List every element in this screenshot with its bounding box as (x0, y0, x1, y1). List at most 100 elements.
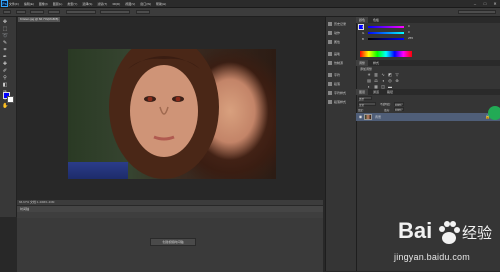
dock-history[interactable]: 历史记录 (328, 21, 356, 28)
tab-paths[interactable]: 路径 (384, 89, 396, 95)
brightness-icon[interactable]: ☀ (366, 72, 372, 77)
hand-icon[interactable]: ✋ (2, 103, 8, 109)
dock-character[interactable]: 字符 (328, 72, 356, 79)
blue-slider-track[interactable] (368, 38, 404, 40)
auto-select-checkbox[interactable] (16, 10, 26, 14)
paragraph-icon (328, 82, 332, 87)
baidu-jingyan-text: 经验 (462, 225, 493, 242)
watermark-url: jingyan.baidu.com (394, 252, 470, 262)
document-tab[interactable]: Kristen.jpg @ 66.7%(RGB/8) (18, 17, 60, 22)
red-value[interactable]: 0 (408, 24, 410, 28)
dock-clone-source[interactable]: 仿制源 (328, 60, 356, 67)
close-button[interactable]: ✕ (492, 1, 498, 6)
distribute-buttons[interactable] (100, 10, 130, 14)
color-panel-tabs: 颜色 色板 (356, 17, 500, 23)
adjustments-title: 添加调整 (360, 67, 373, 71)
lasso-icon[interactable]: ➰ (2, 33, 8, 39)
dock-brush[interactable]: 画笔 (328, 51, 356, 58)
dock-paragraph-styles[interactable]: 段落样式 (328, 99, 356, 106)
healing-icon[interactable]: ✚ (2, 61, 8, 67)
quick-select-icon[interactable]: ✎ (2, 40, 8, 46)
crop-icon[interactable]: ⌗ (2, 47, 8, 53)
layer-name[interactable]: 背景 (375, 114, 381, 120)
transform-controls-checkbox[interactable] (48, 10, 60, 14)
green-label: G (362, 31, 365, 35)
tool-preset-picker[interactable] (3, 10, 11, 14)
menu-3d[interactable]: 3D(D) (112, 2, 120, 6)
timeline-controls[interactable] (17, 212, 323, 218)
exposure-icon[interactable]: ◩ (387, 72, 393, 77)
tab-swatches[interactable]: 色板 (370, 17, 382, 23)
levels-icon[interactable]: ▥ (373, 72, 379, 77)
menu-filter[interactable]: 滤镜(T) (97, 2, 107, 6)
background-color-swatch[interactable] (7, 96, 14, 103)
clone-source-icon (328, 61, 332, 66)
stamp-icon[interactable]: ⚲ (2, 75, 8, 81)
marquee-icon[interactable]: ⬚ (2, 26, 8, 32)
tab-color[interactable]: 颜色 (356, 17, 369, 23)
auto-select-dropdown[interactable] (30, 10, 44, 14)
maximize-button[interactable]: □ (482, 1, 488, 6)
brush-icon[interactable]: ✐ (2, 68, 8, 74)
red-label: R (362, 25, 365, 29)
panel-dock: 历史记录 动作 属性 画笔 仿制源 字符 段落 字符样式 段落样式 (325, 17, 356, 271)
tools-panel: ✥ ⬚ ➰ ✎ ⌗ ✒ ✚ ✐ ⚲ ◧ ✑ T ✋ (0, 17, 17, 217)
layers-panel-tabs: 图层 通道 路径 (356, 89, 500, 95)
move-icon[interactable]: ✥ (2, 19, 8, 25)
fill-field[interactable]: 100% (394, 107, 404, 112)
tab-adjustments[interactable]: 调整 (356, 60, 369, 66)
menu-image[interactable]: 图像(I) (39, 2, 48, 6)
menu-help[interactable]: 帮助(H) (156, 2, 166, 6)
fill-value: 100% (395, 109, 402, 112)
layer-visibility-eye-icon[interactable]: ◉ (358, 114, 363, 120)
menu-layer[interactable]: 图层(L) (53, 2, 63, 6)
red-slider-track[interactable] (368, 26, 404, 28)
minimize-button[interactable]: – (472, 1, 478, 6)
hue-saturation-icon[interactable]: ▤ (366, 78, 372, 83)
paw-icon (439, 221, 460, 244)
dock-paragraph[interactable]: 段落 (328, 81, 356, 88)
dock-properties[interactable]: 属性 (328, 39, 356, 46)
tab-layers[interactable]: 图层 (356, 89, 369, 95)
tab-styles[interactable]: 样式 (370, 60, 382, 66)
brush-panel-icon (328, 52, 332, 57)
blue-label: B (362, 37, 365, 41)
menu-select[interactable]: 选择(S) (82, 2, 92, 6)
red-slider[interactable]: R (362, 25, 406, 29)
create-video-timeline-button[interactable]: 创建视频时间轴 (150, 238, 196, 246)
curves-icon[interactable]: ∿ (380, 72, 386, 77)
layer-kind-filter[interactable]: 类型 (358, 96, 372, 101)
baidu-brand-text: Bai (398, 218, 433, 243)
green-slider-track[interactable] (368, 32, 404, 34)
dock-actions[interactable]: 动作 (328, 30, 356, 37)
color-spectrum[interactable] (360, 51, 412, 57)
black-white-icon[interactable]: ◑ (380, 78, 386, 83)
fill-label: 填充: (384, 109, 390, 112)
eraser-icon[interactable]: ◧ (2, 82, 8, 88)
opacity-field[interactable]: 100% (394, 102, 404, 107)
layers-controls: 类型 正常 不透明度: 100% 锁定: 填充: 100% (358, 96, 498, 112)
green-slider[interactable]: G (362, 31, 406, 35)
eyedropper-icon[interactable]: ✒ (2, 54, 8, 60)
menu-type[interactable]: 类型(Y) (67, 2, 77, 6)
menu-view[interactable]: 视图(V) (125, 2, 135, 6)
3d-mode-buttons[interactable] (136, 10, 150, 14)
workspace-switcher[interactable] (458, 10, 496, 14)
dock-label: 字符 (334, 73, 341, 77)
green-value[interactable]: 0 (408, 30, 410, 34)
channel-mixer-icon[interactable]: ⊕ (394, 78, 400, 83)
dock-character-styles[interactable]: 字符样式 (328, 90, 356, 97)
portrait-photo[interactable] (68, 49, 276, 179)
tab-channels[interactable]: 通道 (370, 89, 382, 95)
menu-edit[interactable]: 编辑(E) (24, 2, 34, 6)
blue-value[interactable]: 255 (408, 36, 413, 40)
status-bar: 66.67% 文档:1.43M/1.43M (17, 200, 323, 205)
color-balance-icon[interactable]: ⚖ (373, 78, 379, 83)
photo-filter-icon[interactable]: ◎ (387, 78, 393, 83)
blend-mode-select[interactable]: 正常 (358, 102, 376, 107)
vibrance-icon[interactable]: ▽ (394, 72, 400, 77)
blue-slider[interactable]: B (362, 37, 406, 41)
align-buttons[interactable] (66, 10, 96, 14)
menu-window[interactable]: 窗口(W) (140, 2, 151, 6)
menu-file[interactable]: 文件(F) (9, 2, 19, 6)
